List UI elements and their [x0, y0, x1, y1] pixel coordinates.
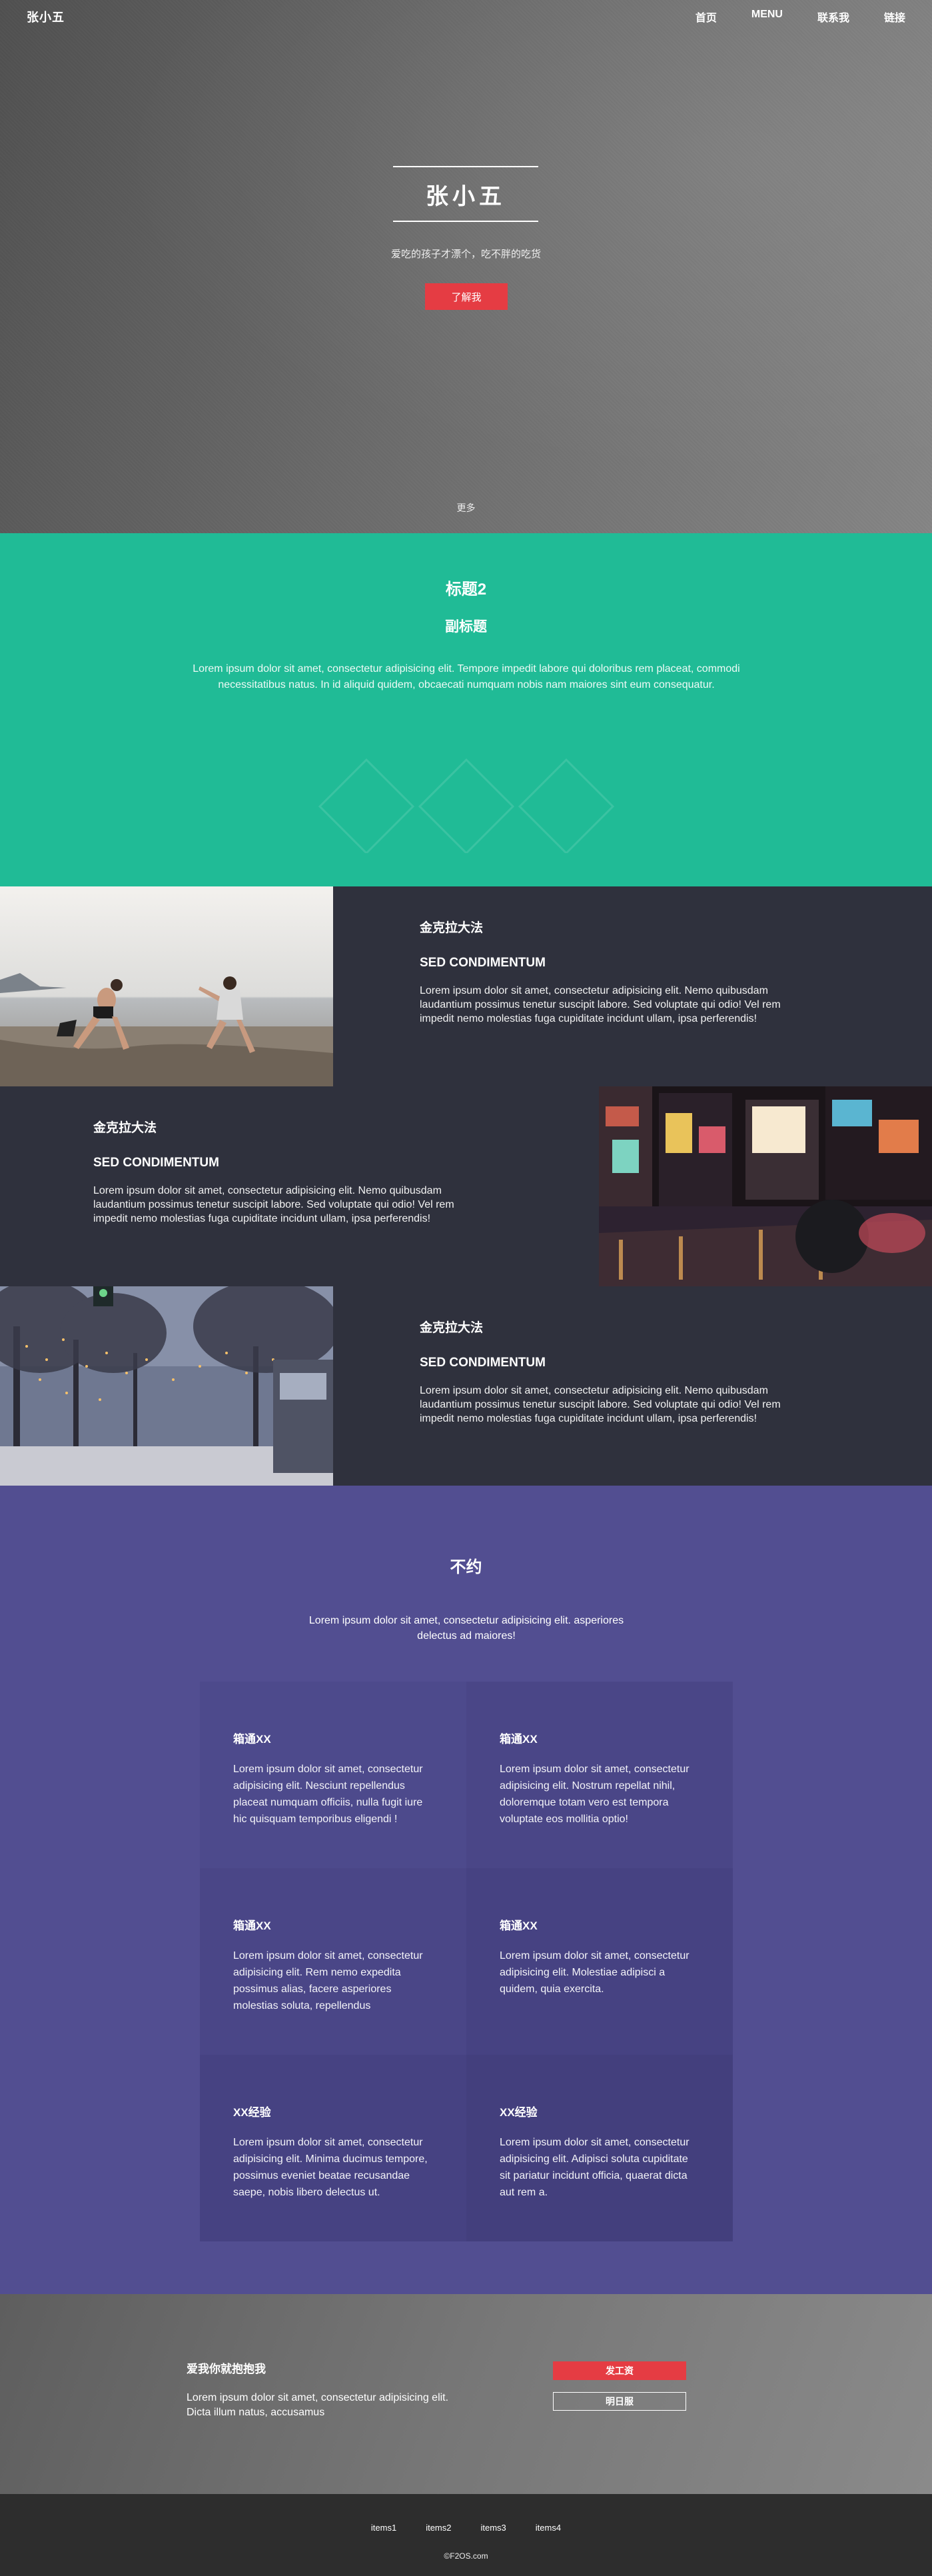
- spotlight-2-text: 金克拉大法 SED CONDIMENTUM Lorem ipsum dolor …: [93, 1086, 468, 1226]
- nav-links: 首页 MENU 联系我 链接: [696, 9, 905, 25]
- spotlight-subtitle: SED CONDIMENTUM: [93, 1156, 219, 1170]
- footer-link-3[interactable]: items3: [481, 2523, 506, 2533]
- features-grid: 箱通XX Lorem ipsum dolor sit amet, consect…: [200, 1682, 733, 2241]
- features-section: 不约 Lorem ipsum dolor sit amet, consectet…: [0, 1486, 932, 2294]
- spotlight-2: 金克拉大法 SED CONDIMENTUM Lorem ipsum dolor …: [0, 1086, 932, 1286]
- feature-card: 箱通XX Lorem ipsum dolor sit amet, consect…: [466, 1868, 733, 2055]
- spotlight-title: 金克拉大法: [420, 921, 484, 935]
- feature-text: Lorem ipsum dolor sit amet, consectetur …: [233, 1764, 423, 1825]
- spotlight-subtitle: SED CONDIMENTUM: [420, 956, 546, 970]
- city-night-photo: [599, 1086, 932, 1286]
- top-nav: 张小五 首页 MENU 联系我 链接: [0, 0, 932, 33]
- feature-title: 箱通XX: [233, 1733, 271, 1746]
- feature-text: Lorem ipsum dolor sit amet, consectetur …: [500, 2137, 690, 2198]
- footer-links: items1 items2 items3 items4: [0, 2523, 932, 2533]
- spotlight-title: 金克拉大法: [93, 1121, 157, 1135]
- primary-cta-button[interactable]: 发工资: [553, 2361, 686, 2380]
- spotlight-subtitle: SED CONDIMENTUM: [420, 1356, 546, 1370]
- spotlight-3-text: 金克拉大法 SED CONDIMENTUM Lorem ipsum dolor …: [420, 1286, 794, 1426]
- spotlight-text: Lorem ipsum dolor sit amet, consectetur …: [420, 1385, 781, 1424]
- more-link[interactable]: 更多: [0, 501, 932, 515]
- intro-text: Lorem ipsum dolor sit amet, consectetur …: [193, 663, 740, 690]
- nav-link-links[interactable]: 链接: [884, 9, 905, 25]
- feature-text: Lorem ipsum dolor sit amet, consectetur …: [500, 1950, 690, 1995]
- intro-subtitle: 副标题: [445, 619, 487, 635]
- brand-logo[interactable]: 张小五: [27, 8, 65, 25]
- spotlight-text: Lorem ipsum dolor sit amet, consectetur …: [420, 985, 781, 1024]
- feature-card: 箱通XX Lorem ipsum dolor sit amet, consect…: [466, 1682, 733, 1868]
- secondary-cta-button[interactable]: 明日服: [553, 2392, 686, 2411]
- diamond-pattern-icon: [318, 758, 615, 853]
- spotlight-title: 金克拉大法: [420, 1321, 484, 1335]
- learn-more-button[interactable]: 了解我: [425, 283, 508, 310]
- beach-photo: [0, 886, 333, 1086]
- spotlight-1-text: 金克拉大法 SED CONDIMENTUM Lorem ipsum dolor …: [420, 886, 794, 1026]
- hero-title-frame: 张小五: [393, 166, 538, 222]
- footer-link-2[interactable]: items2: [426, 2523, 451, 2533]
- nav-link-menu[interactable]: MENU: [751, 9, 783, 25]
- hero-title: 张小五: [426, 183, 506, 209]
- intro-title: 标题2: [445, 581, 487, 599]
- features-title: 不约: [450, 1558, 482, 1576]
- feature-title: 箱通XX: [500, 1920, 538, 1932]
- footer-link-1[interactable]: items1: [371, 2523, 396, 2533]
- spotlight-3: 金克拉大法 SED CONDIMENTUM Lorem ipsum dolor …: [0, 1286, 932, 1486]
- hero-subtitle: 爱吃的孩子才漂个，吃不胖的吃货: [390, 249, 541, 260]
- winter-street-photo: [0, 1286, 333, 1486]
- feature-card: 箱通XX Lorem ipsum dolor sit amet, consect…: [200, 1682, 466, 1868]
- copyright: ©F2OS.com: [444, 2551, 488, 2561]
- cta-text: Lorem ipsum dolor sit amet, consectetur …: [187, 2392, 449, 2418]
- feature-title: XX经验: [233, 2106, 271, 2119]
- footer-link-4[interactable]: items4: [536, 2523, 561, 2533]
- footer: items1 items2 items3 items4 ©F2OS.com: [0, 2494, 932, 2576]
- spotlight-1: 金克拉大法 SED CONDIMENTUM Lorem ipsum dolor …: [0, 886, 932, 1086]
- nav-link-home[interactable]: 首页: [696, 9, 717, 25]
- cta-section: 爱我你就抱抱我 Lorem ipsum dolor sit amet, cons…: [0, 2294, 932, 2494]
- feature-card: 箱通XX Lorem ipsum dolor sit amet, consect…: [200, 1868, 466, 2055]
- spotlight-text: Lorem ipsum dolor sit amet, consectetur …: [93, 1185, 454, 1224]
- feature-card: XX经验 Lorem ipsum dolor sit amet, consect…: [466, 2055, 733, 2241]
- feature-text: Lorem ipsum dolor sit amet, consectetur …: [233, 2137, 428, 2198]
- feature-title: 箱通XX: [233, 1920, 271, 1932]
- intro-section: 标题2 副标题 Lorem ipsum dolor sit amet, cons…: [0, 533, 932, 886]
- feature-title: XX经验: [500, 2106, 538, 2119]
- nav-link-contact[interactable]: 联系我: [817, 9, 849, 25]
- feature-title: 箱通XX: [500, 1733, 538, 1746]
- hero-section: 张小五 爱吃的孩子才漂个，吃不胖的吃货 了解我 更多: [0, 0, 932, 533]
- cta-title: 爱我你就抱抱我: [187, 2363, 266, 2375]
- feature-text: Lorem ipsum dolor sit amet, consectetur …: [500, 1764, 690, 1825]
- feature-text: Lorem ipsum dolor sit amet, consectetur …: [233, 1950, 423, 2011]
- features-lead: Lorem ipsum dolor sit amet, consectetur …: [308, 1615, 624, 1642]
- feature-card: XX经验 Lorem ipsum dolor sit amet, consect…: [200, 2055, 466, 2241]
